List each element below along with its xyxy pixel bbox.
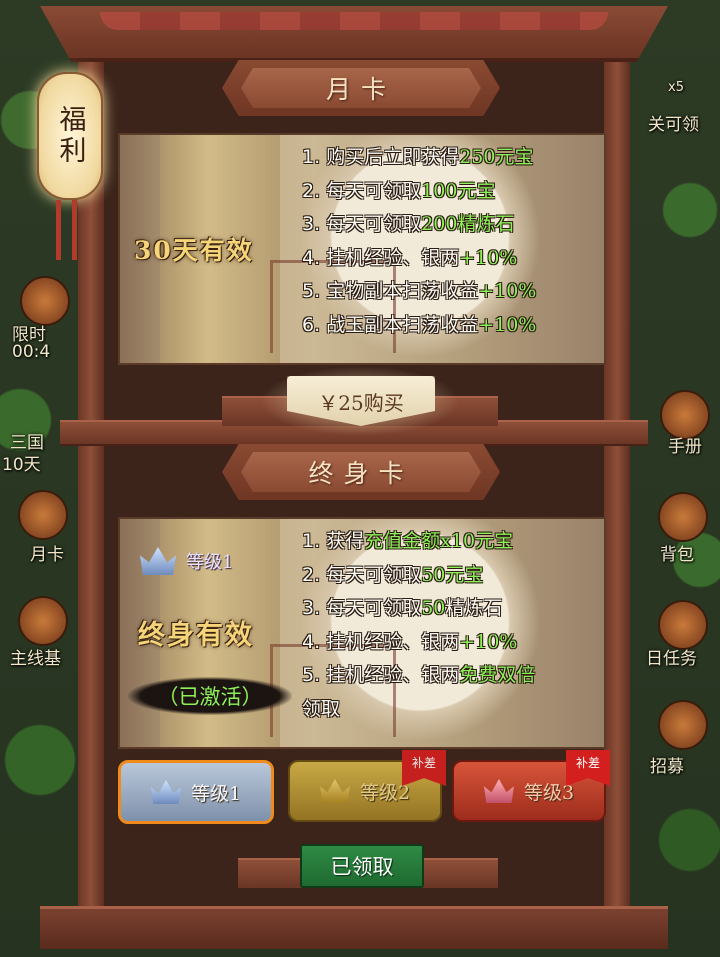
level-badge: 等级1: [140, 547, 233, 575]
level-3-tab[interactable]: 等级3 补差: [452, 750, 610, 822]
crown-icon: [140, 547, 176, 575]
benefit-line: 2. 每天可领取50元宝: [302, 563, 484, 586]
item-count: x5: [668, 80, 684, 95]
level-badge-label: 等级1: [186, 552, 234, 573]
benefit-line: 5. 宝物副本扫荡收益+10%: [302, 280, 537, 302]
crown-icon: [483, 779, 514, 803]
level-2-tab[interactable]: 等级2 补差: [288, 750, 446, 822]
benefit-line: 6. 战玉副本扫荡收益+10%: [302, 313, 537, 336]
crown-icon: [150, 780, 181, 804]
activated-status: （已激活）: [128, 677, 292, 715]
level-1-tab[interactable]: 等级1: [118, 760, 274, 824]
benefit-line: 3. 每天可领取50精炼石: [302, 597, 503, 619]
monthly-card-panel: 30天有效 1. 购买后立即获得250元宝 2. 每天可领取100元宝 3. 每…: [118, 133, 606, 365]
roof: [40, 6, 668, 62]
lifetime-card-title: 终身卡: [241, 452, 481, 492]
benefit-line-cont: 领取: [302, 697, 341, 720]
benefit-line: 4. 挂机经验、银两+10%: [302, 630, 518, 653]
monthly-valid-label: 30天有效: [134, 236, 254, 265]
lifetime-card-panel: 等级1 终身有效 （已激活） 1. 获得充值金额x10元宝 2. 每天可领取50…: [118, 517, 606, 749]
welfare-lantern[interactable]: 福利: [37, 72, 103, 200]
lantern-label: 福利: [54, 105, 86, 167]
crown-icon: [319, 779, 350, 803]
benefit-line: 5. 挂机经验、银两免费双倍: [302, 664, 536, 686]
monthly-benefits: 1. 购买后立即获得250元宝 2. 每天可领取100元宝 3. 每天可领取20…: [302, 141, 602, 342]
side-label: 手册: [668, 437, 702, 457]
upgrade-ribbon: 补差: [566, 750, 610, 786]
upgrade-ribbon: 补差: [402, 750, 446, 786]
claimed-button[interactable]: 已领取: [300, 844, 424, 888]
tab-label: 等级1: [190, 782, 242, 805]
side-label: 10天: [2, 455, 41, 475]
tassel: [56, 200, 61, 260]
tassel: [72, 200, 77, 260]
right-pillar: [604, 50, 630, 936]
lifetime-valid-label: 终身有效: [138, 620, 254, 651]
benefit-line: 1. 获得充值金额x10元宝: [302, 530, 514, 552]
panel-base: [40, 906, 668, 949]
benefit-line: 3. 每天可领取200精炼石: [302, 213, 515, 235]
benefit-line: 1. 购买后立即获得250元宝: [302, 146, 534, 168]
lifetime-benefits: 1. 获得充值金额x10元宝 2. 每天可领取50元宝 3. 每天可领取50精炼…: [302, 525, 602, 726]
monthly-card-title: 月卡: [241, 68, 481, 108]
benefit-line: 2. 每天可领取100元宝: [302, 179, 496, 202]
lifetime-card-header: 终身卡: [222, 444, 500, 500]
benefit-line: 4. 挂机经验、银两+10%: [302, 246, 518, 269]
monthly-card-header: 月卡: [222, 60, 500, 116]
